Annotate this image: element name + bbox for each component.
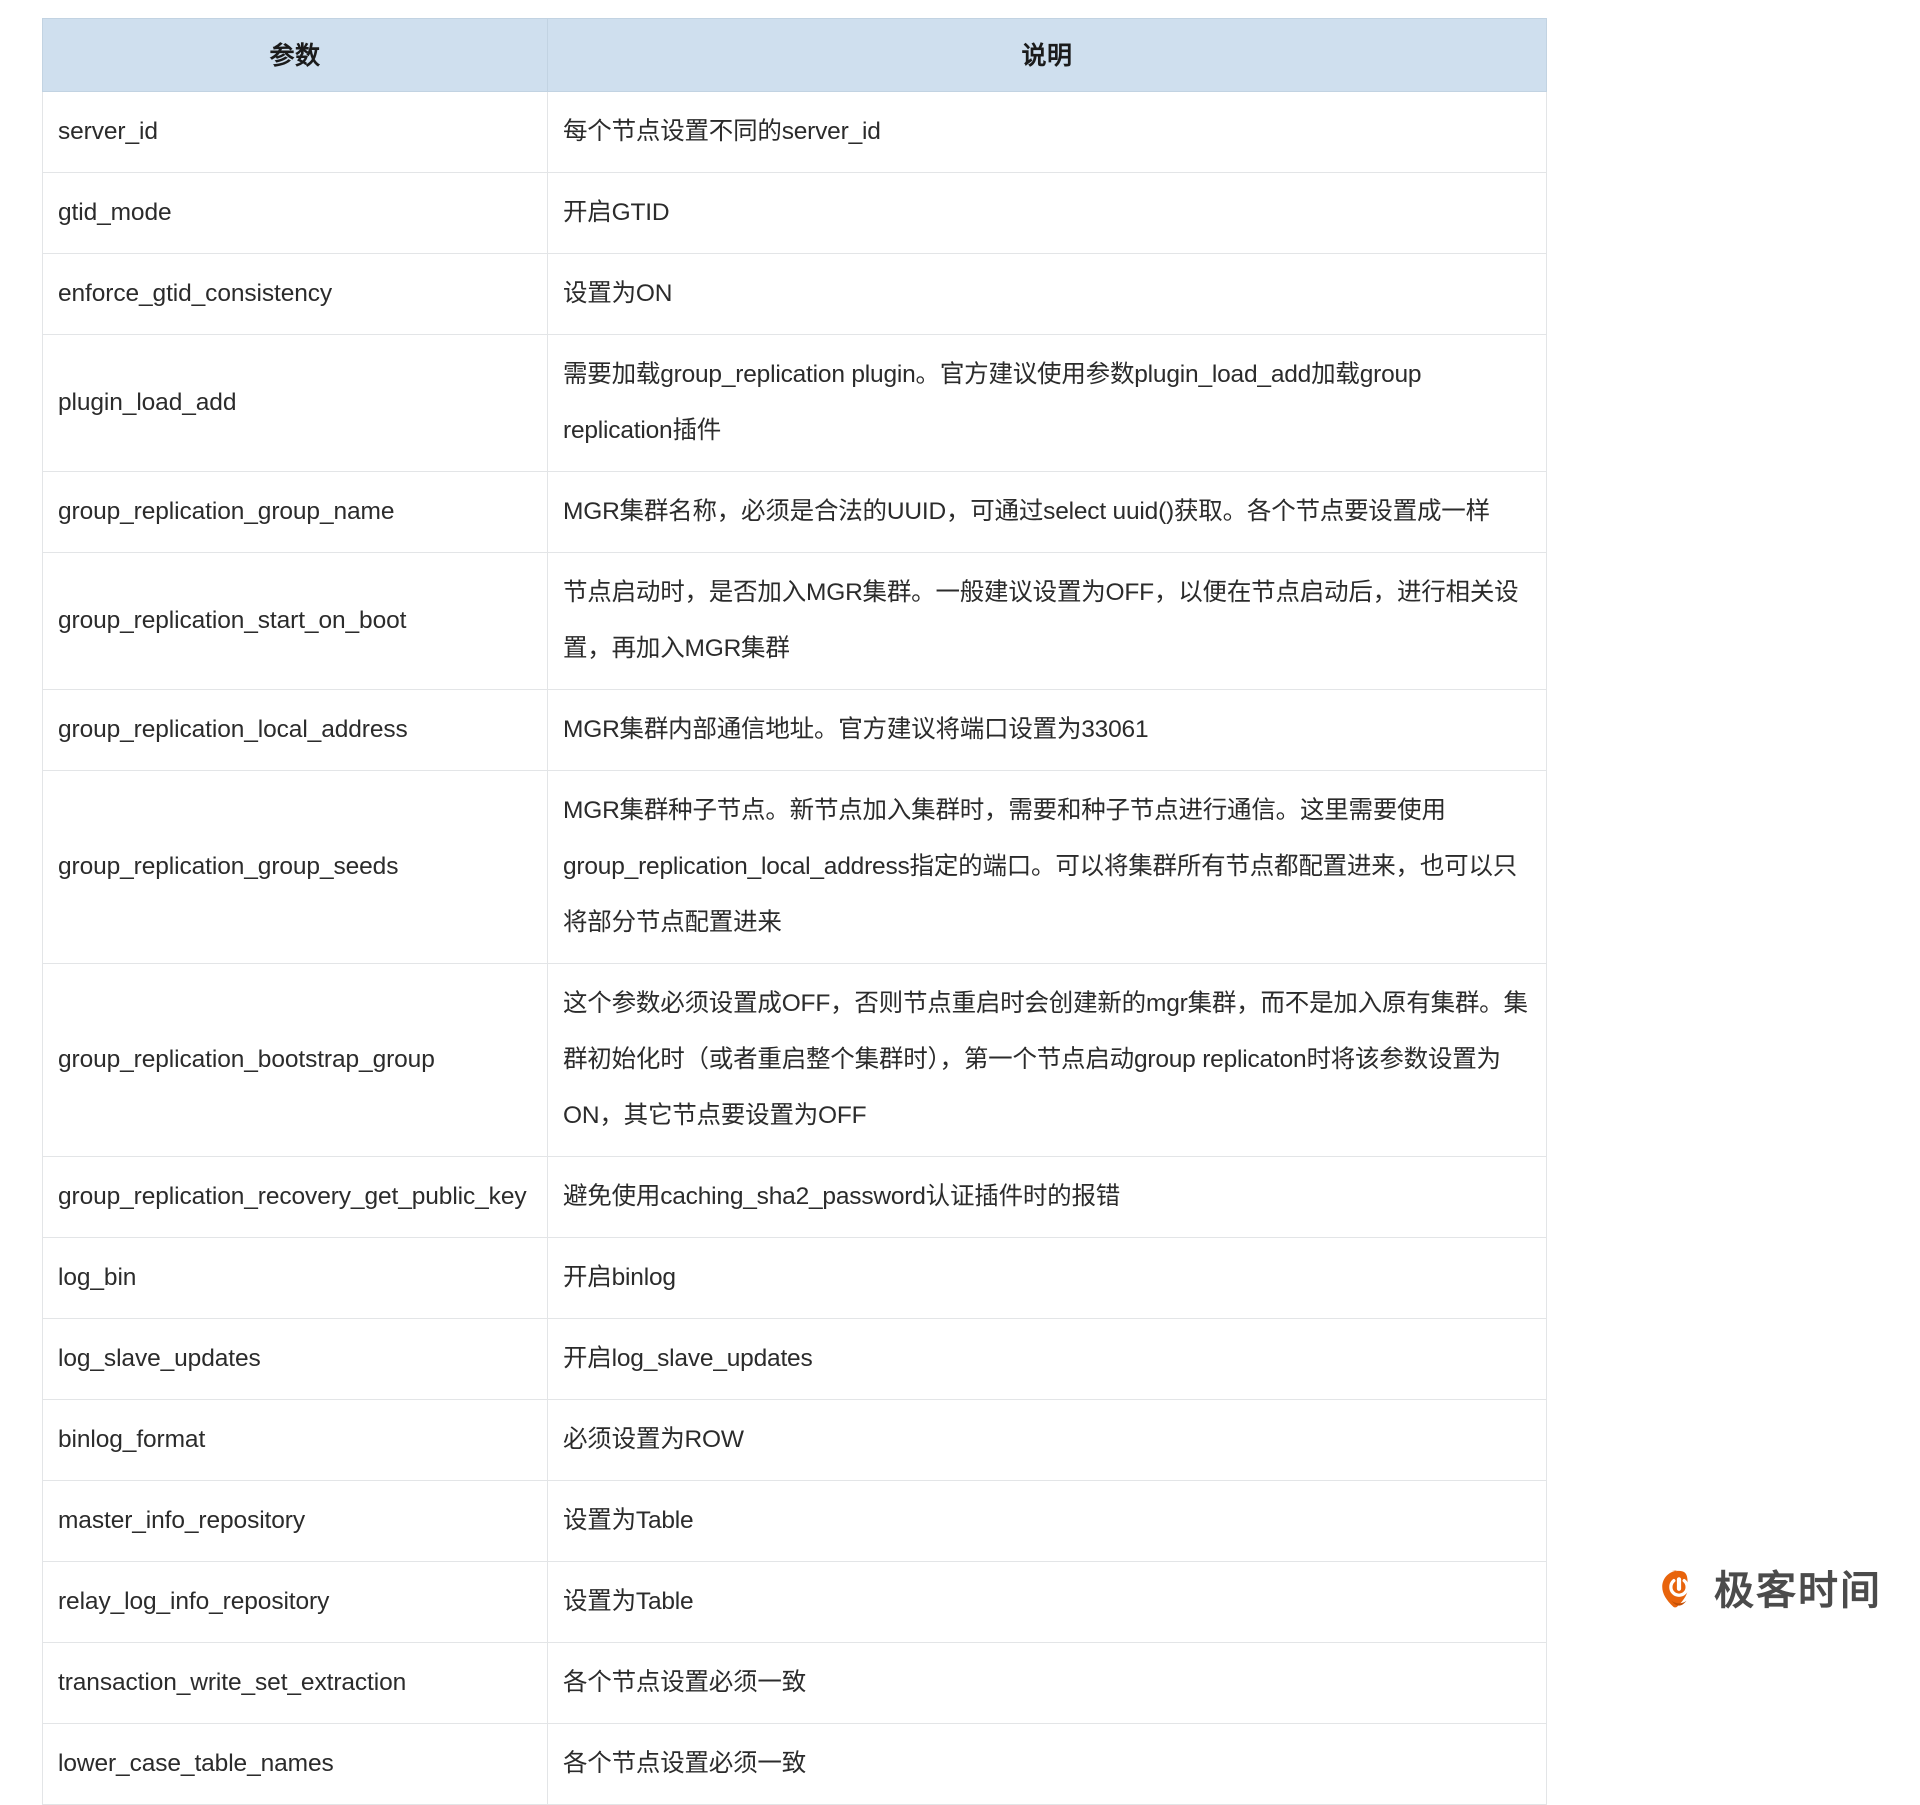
table-row: plugin_load_add 需要加载group_replication pl… (43, 335, 1547, 472)
table-row: master_info_repository 设置为Table (43, 1481, 1547, 1562)
table-row: group_replication_bootstrap_group 这个参数必须… (43, 964, 1547, 1157)
param-name: enforce_gtid_consistency (43, 254, 548, 335)
brand-watermark: 极客时间 (1656, 1568, 1882, 1614)
param-name: master_info_repository (43, 1481, 548, 1562)
table-row: group_replication_group_name MGR集群名称，必须是… (43, 472, 1547, 553)
param-description: 各个节点设置必须一致 (548, 1724, 1547, 1805)
param-description: 开启log_slave_updates (548, 1319, 1547, 1400)
param-name: relay_log_info_repository (43, 1562, 548, 1643)
param-description: 这个参数必须设置成OFF，否则节点重启时会创建新的mgr集群，而不是加入原有集群… (548, 964, 1547, 1157)
param-description: 必须设置为ROW (548, 1400, 1547, 1481)
param-description: MGR集群种子节点。新节点加入集群时，需要和种子节点进行通信。这里需要使用gro… (548, 771, 1547, 964)
param-description: 避免使用caching_sha2_password认证插件时的报错 (548, 1157, 1547, 1238)
param-name: group_replication_group_seeds (43, 771, 548, 964)
param-name: gtid_mode (43, 173, 548, 254)
brand-name: 极客时间 (1714, 1571, 1882, 1611)
param-name: group_replication_start_on_boot (43, 553, 548, 690)
param-description: 各个节点设置必须一致 (548, 1643, 1547, 1724)
column-header-desc: 说明 (548, 19, 1547, 92)
param-description: MGR集群内部通信地址。官方建议将端口设置为33061 (548, 690, 1547, 771)
param-table: 参数 说明 server_id 每个节点设置不同的server_id gtid_… (42, 18, 1547, 1805)
table-body: server_id 每个节点设置不同的server_id gtid_mode 开… (43, 92, 1547, 1805)
geektime-pin-icon (1656, 1568, 1702, 1614)
param-name: server_id (43, 92, 548, 173)
table-row: group_replication_start_on_boot 节点启动时，是否… (43, 553, 1547, 690)
param-description: 设置为ON (548, 254, 1547, 335)
param-name: log_slave_updates (43, 1319, 548, 1400)
param-name: binlog_format (43, 1400, 548, 1481)
table-header-row: 参数 说明 (43, 19, 1547, 92)
table-row: server_id 每个节点设置不同的server_id (43, 92, 1547, 173)
table-row: log_slave_updates 开启log_slave_updates (43, 1319, 1547, 1400)
param-name: transaction_write_set_extraction (43, 1643, 548, 1724)
param-description: 设置为Table (548, 1562, 1547, 1643)
param-description: MGR集群名称，必须是合法的UUID，可通过select uuid()获取。各个… (548, 472, 1547, 553)
param-description: 设置为Table (548, 1481, 1547, 1562)
table-row: group_replication_local_address MGR集群内部通… (43, 690, 1547, 771)
table-row: transaction_write_set_extraction 各个节点设置必… (43, 1643, 1547, 1724)
table-row: group_replication_group_seeds MGR集群种子节点。… (43, 771, 1547, 964)
table-row: log_bin 开启binlog (43, 1238, 1547, 1319)
param-table-container: 参数 说明 server_id 每个节点设置不同的server_id gtid_… (42, 18, 1546, 1805)
table-row: group_replication_recovery_get_public_ke… (43, 1157, 1547, 1238)
page-root: 参数 说明 server_id 每个节点设置不同的server_id gtid_… (0, 0, 1920, 1654)
table-header: 参数 说明 (43, 19, 1547, 92)
table-row: binlog_format 必须设置为ROW (43, 1400, 1547, 1481)
param-name: lower_case_table_names (43, 1724, 548, 1805)
param-description: 开启GTID (548, 173, 1547, 254)
table-row: relay_log_info_repository 设置为Table (43, 1562, 1547, 1643)
param-name: plugin_load_add (43, 335, 548, 472)
param-description: 开启binlog (548, 1238, 1547, 1319)
table-row: gtid_mode 开启GTID (43, 173, 1547, 254)
param-name: log_bin (43, 1238, 548, 1319)
column-header-param: 参数 (43, 19, 548, 92)
table-row: lower_case_table_names 各个节点设置必须一致 (43, 1724, 1547, 1805)
param-name: group_replication_local_address (43, 690, 548, 771)
param-description: 每个节点设置不同的server_id (548, 92, 1547, 173)
param-name: group_replication_bootstrap_group (43, 964, 548, 1157)
table-row: enforce_gtid_consistency 设置为ON (43, 254, 1547, 335)
param-name: group_replication_recovery_get_public_ke… (43, 1157, 548, 1238)
param-description: 节点启动时，是否加入MGR集群。一般建议设置为OFF，以便在节点启动后，进行相关… (548, 553, 1547, 690)
param-name: group_replication_group_name (43, 472, 548, 553)
param-description: 需要加载group_replication plugin。官方建议使用参数plu… (548, 335, 1547, 472)
